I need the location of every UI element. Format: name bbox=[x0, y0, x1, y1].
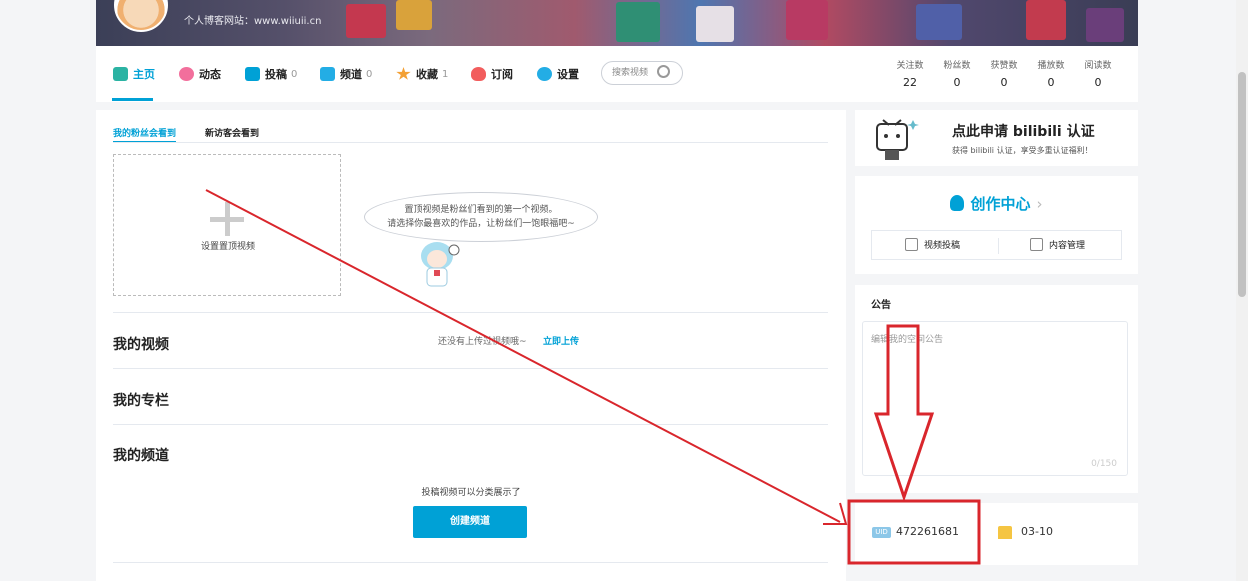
annotation-highlight-box bbox=[847, 499, 981, 565]
annotation-arrow-head bbox=[823, 502, 848, 525]
annotation-down-arrow bbox=[873, 324, 935, 502]
annotation-overlay bbox=[205, 189, 981, 565]
annotation-arrow-line bbox=[205, 189, 841, 523]
